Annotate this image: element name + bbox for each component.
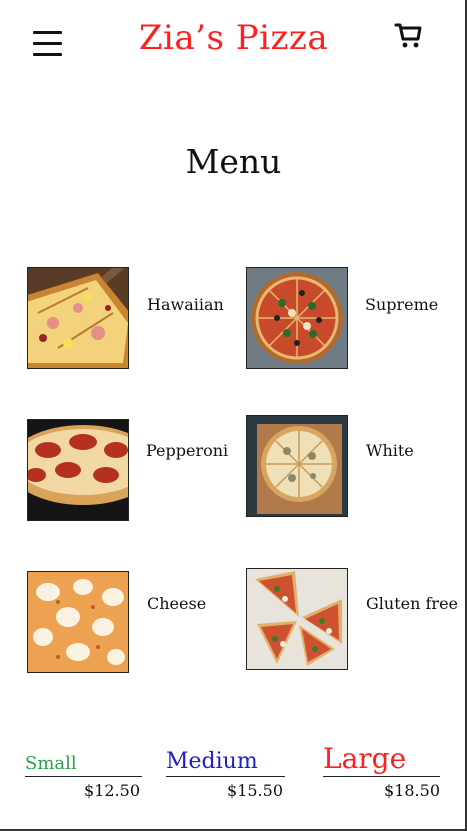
pizza-name-gluten-free[interactable]: Gluten free: [366, 594, 458, 613]
shopping-cart-icon[interactable]: [394, 22, 424, 50]
size-small-divider: [25, 776, 142, 777]
pizza-name-pepperoni[interactable]: Pepperoni: [146, 441, 228, 460]
size-large-label[interactable]: Large: [323, 742, 406, 775]
pizza-name-hawaiian[interactable]: Hawaiian: [147, 295, 224, 314]
pizza-name-white[interactable]: White: [366, 441, 414, 460]
pizza-image-gluten-free[interactable]: [246, 568, 348, 670]
page-frame: [0, 0, 467, 831]
size-medium-divider: [166, 776, 285, 777]
size-small-label[interactable]: Small: [25, 753, 77, 774]
size-medium-price: $15.50: [227, 781, 283, 800]
size-large-price: $18.50: [384, 781, 440, 800]
pizza-name-cheese[interactable]: Cheese: [147, 594, 206, 613]
page-title: Menu: [185, 142, 282, 181]
size-small-price: $12.50: [84, 781, 140, 800]
pizza-image-supreme[interactable]: [246, 267, 348, 369]
pizza-image-cheese[interactable]: [27, 571, 129, 673]
size-large-divider: [323, 776, 440, 777]
pizza-name-supreme[interactable]: Supreme: [365, 295, 438, 314]
pizza-image-pepperoni[interactable]: [27, 419, 129, 521]
pizza-image-white[interactable]: [246, 415, 348, 517]
size-medium-label[interactable]: Medium: [166, 749, 258, 774]
pizza-image-hawaiian[interactable]: [27, 267, 129, 369]
